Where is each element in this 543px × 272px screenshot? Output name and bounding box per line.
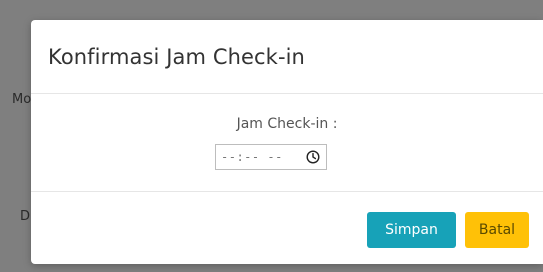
background-text: D: [20, 209, 31, 224]
background-text: Mo: [12, 92, 32, 107]
save-button[interactable]: Simpan: [367, 212, 456, 248]
modal-title: Konfirmasi Jam Check-in: [48, 44, 305, 69]
confirm-checkin-modal: Konfirmasi Jam Check-in Jam Check-in : -…: [31, 20, 543, 264]
checkin-time-label: Jam Check-in :: [236, 116, 338, 132]
modal-header: Konfirmasi Jam Check-in: [31, 20, 543, 94]
clock-icon[interactable]: [306, 150, 320, 164]
modal-body: Jam Check-in : --:-- --: [31, 94, 543, 192]
checkin-time-input[interactable]: --:-- --: [215, 144, 327, 170]
modal-footer: Simpan Batal: [31, 192, 543, 264]
time-input-value: --:-- --: [221, 150, 283, 164]
cancel-button[interactable]: Batal: [465, 212, 529, 248]
